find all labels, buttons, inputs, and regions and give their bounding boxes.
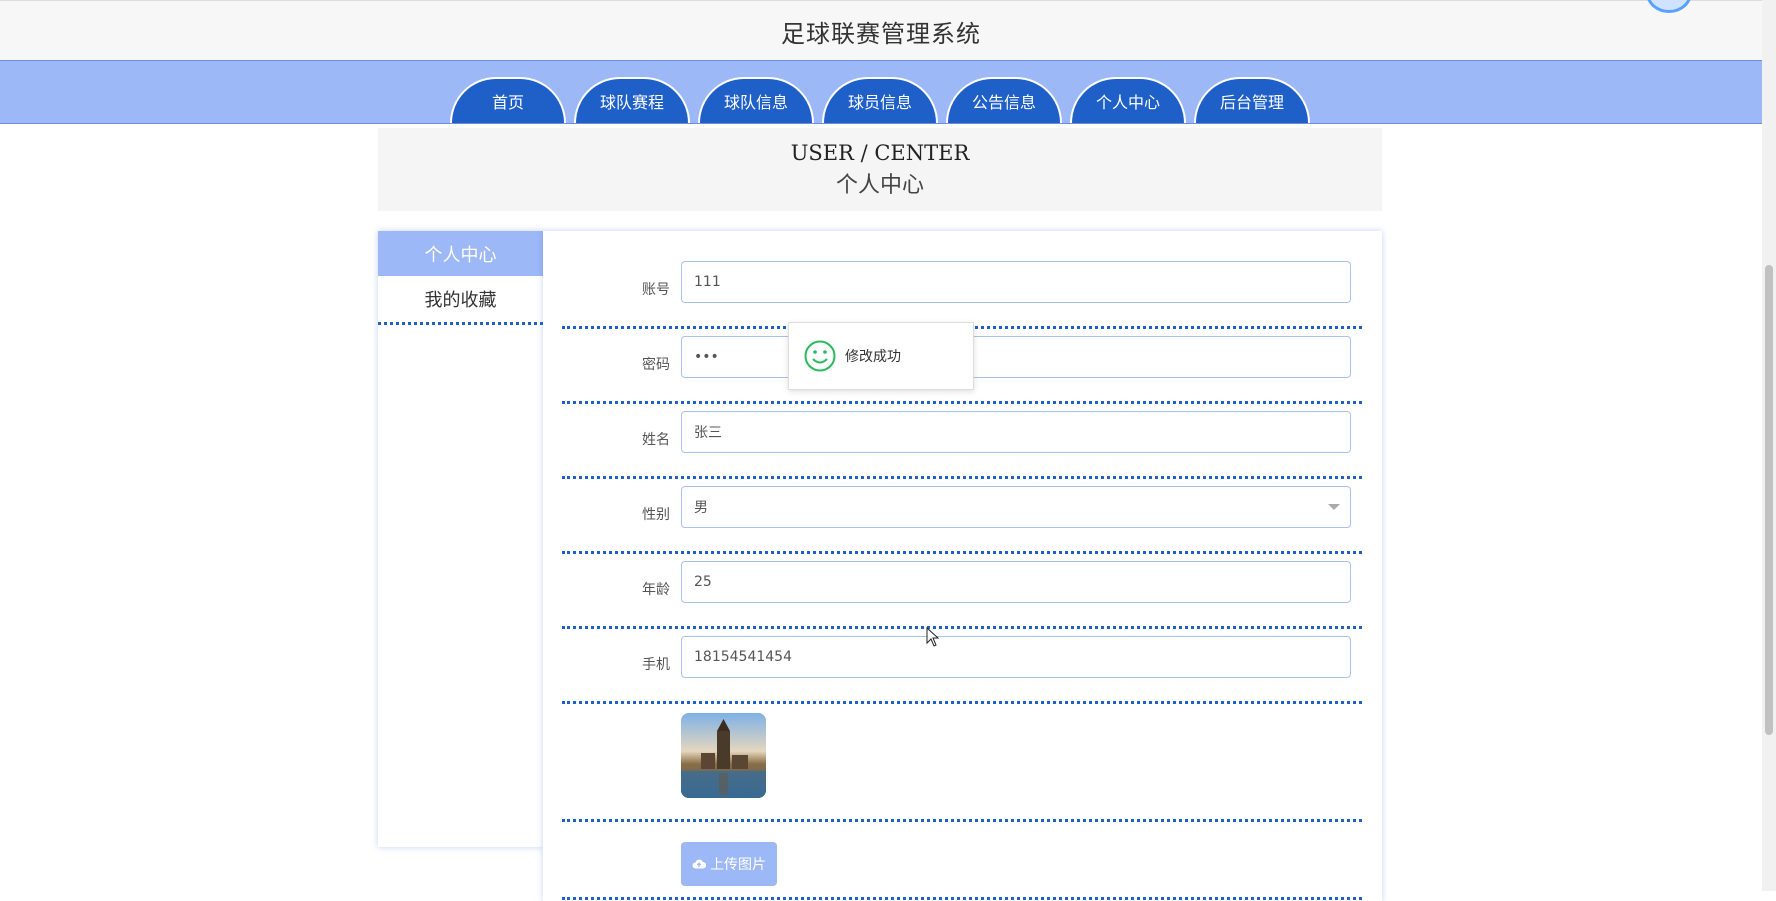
form-row-account: 账号 111 [562,251,1362,329]
form-row-age: 年龄 25 [562,551,1362,629]
success-toast: 修改成功 [788,322,974,390]
corner-avatar-icon[interactable] [1646,0,1692,13]
age-input[interactable]: 25 [681,561,1351,603]
caret-down-icon [1328,504,1340,510]
sidebar-item-favorites[interactable]: 我的收藏 [378,276,543,321]
nav-item-announcements[interactable]: 公告信息 [946,77,1062,123]
cloud-upload-icon [692,859,706,869]
top-header: 足球联赛管理系统 [0,0,1762,61]
nav-item-admin[interactable]: 后台管理 [1194,77,1310,123]
nav-item-user-center[interactable]: 个人中心 [1070,77,1186,123]
form-row-name: 姓名 张三 [562,401,1362,479]
banner-title-cn: 个人中心 [835,173,924,198]
nav-item-home[interactable]: 首页 [450,77,566,123]
form-row-gender: 性别 男 [562,476,1362,554]
sidebar-item-user-center[interactable]: 个人中心 [378,231,543,276]
gender-selected-value: 男 [694,500,708,516]
upload-image-button[interactable]: 上传图片 [681,842,777,886]
profile-photo [681,713,766,798]
gender-select[interactable]: 男 [681,486,1351,528]
gender-label: 性别 [642,507,670,523]
password-input[interactable]: ••• [681,336,1351,378]
age-label: 年龄 [642,582,670,598]
scrollbar-thumb[interactable] [1765,265,1773,735]
user-sidebar: 个人中心 我的收藏 [378,231,543,847]
password-label: 密码 [642,357,670,373]
nav-item-team-info[interactable]: 球队信息 [698,77,814,123]
name-label: 姓名 [642,432,670,448]
form-row-photo [562,701,1362,822]
smile-icon [804,340,836,372]
toast-message: 修改成功 [845,349,901,365]
main-nav: 首页 球队赛程 球队信息 球员信息 公告信息 个人中心 后台管理 [0,60,1762,124]
site-title: 足球联赛管理系统 [781,19,981,48]
nav-item-team-schedule[interactable]: 球队赛程 [574,77,690,123]
nav-item-player-info[interactable]: 球员信息 [822,77,938,123]
page-banner: USER / CENTER 个人中心 [378,128,1382,211]
form-row-phone: 手机 18154541454 [562,626,1362,704]
upload-button-label: 上传图片 [710,857,766,873]
mouse-cursor-icon [926,627,940,647]
phone-input[interactable]: 18154541454 [681,636,1351,678]
account-input[interactable]: 111 [681,261,1351,303]
phone-label: 手机 [642,657,670,673]
banner-title-en: USER / CENTER [790,141,970,165]
sidebar-divider [378,322,543,325]
account-label: 账号 [642,282,670,298]
form-row-upload: 上传图片 [562,822,1362,900]
name-input[interactable]: 张三 [681,411,1351,453]
page-scrollbar[interactable] [1762,0,1776,891]
